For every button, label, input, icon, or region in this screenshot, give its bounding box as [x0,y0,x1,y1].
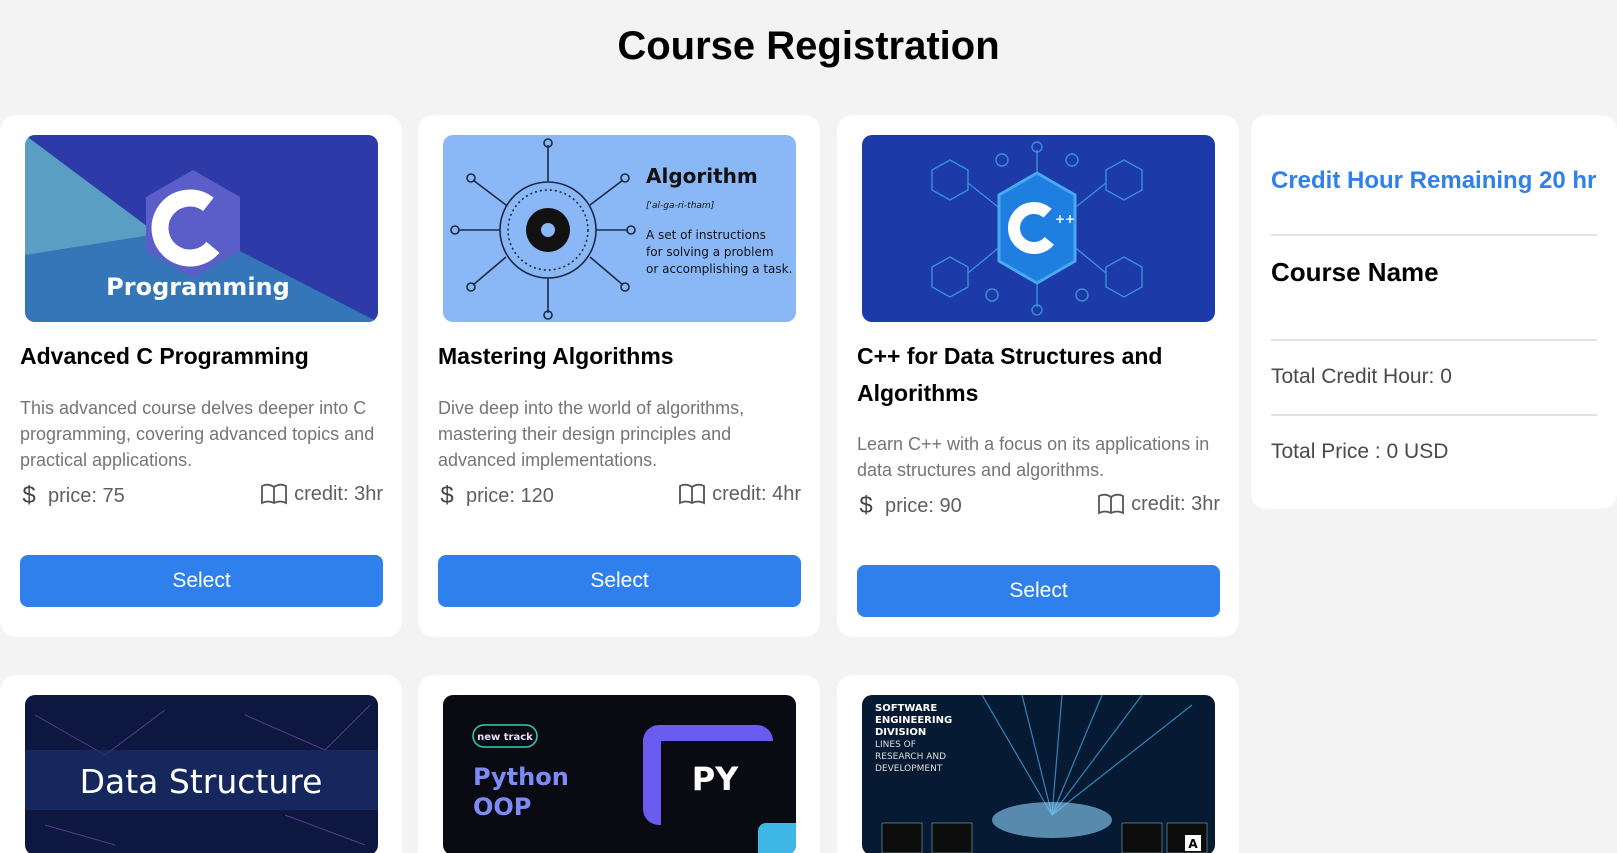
course-card: Data Structure [0,675,402,853]
course-image-caption: Programming [106,273,290,301]
se-image-line-2: ENGINEERING [875,715,952,726]
divider [1271,339,1597,341]
course-meta: $ price: 120 credit: 4hr [438,482,801,512]
algorithm-image-title: Algorithm [646,164,758,188]
se-image-line-6: DEVELOPMENT [875,764,943,774]
cpp-image-plus: ++ [1055,212,1075,226]
course-card: SOFTWARE ENGINEERING DIVISION LINES OF R… [837,675,1239,853]
course-image-data-structure: Data Structure [25,695,378,853]
select-button[interactable]: Select [438,555,801,607]
dollar-icon: $ [859,492,873,519]
credit-hour-remaining: Credit Hour Remaining 20 hr [1271,167,1597,194]
se-image-line-5: RESEARCH AND [875,752,946,762]
course-image-algorithm: Algorithm ['al-ga-ri-tham] A set of inst… [443,135,796,322]
algorithm-image-definition-2: for solving a problem [646,245,774,259]
total-credit-hour: Total Credit Hour: 0 [1271,365,1452,388]
course-card: Programming Advanced C Programming This … [0,115,402,637]
data-structure-image-title: Data Structure [80,762,323,801]
course-name-heading: Course Name [1271,257,1439,287]
course-card: new track Python OOP PY [418,675,820,853]
book-open-icon [1098,493,1124,515]
course-credit: credit: 4hr [712,482,801,505]
course-image-cpp: ++ [862,135,1215,322]
python-image-badge: new track [477,732,533,743]
dollar-icon: $ [440,482,454,509]
registration-summary: Credit Hour Remaining 20 hr Course Name … [1251,115,1617,509]
course-credit: credit: 3hr [1131,492,1220,515]
course-meta: $ price: 75 credit: 3hr [20,482,383,512]
course-price: price: 75 [48,484,125,507]
se-image-badge: A [1188,837,1198,851]
course-image-python-oop: new track Python OOP PY [443,695,796,853]
course-credit: credit: 3hr [294,482,383,505]
python-image-title-2: OOP [473,793,531,821]
course-image-software-engineering: SOFTWARE ENGINEERING DIVISION LINES OF R… [862,695,1215,853]
python-image-code: PY [692,760,739,798]
book-open-icon [679,483,705,505]
course-meta: $ price: 90 credit: 3hr [857,492,1220,522]
dollar-icon: $ [22,482,36,509]
divider [1271,234,1597,236]
course-price: price: 120 [466,484,554,507]
course-price: price: 90 [885,494,962,517]
algorithm-image-pronunciation: ['al-ga-ri-tham] [646,201,715,211]
course-description: This advanced course delves deeper into … [20,398,375,470]
course-description: Learn C++ with a focus on its applicatio… [857,434,1210,480]
course-card: ++ C++ for Data Structures and Algorithm… [837,115,1239,637]
se-image-line-3: DIVISION [875,727,926,738]
algorithm-image-definition-1: A set of instructions [646,228,766,242]
total-price: Total Price : 0 USD [1271,440,1449,463]
se-image-line-4: LINES OF [875,740,916,750]
course-title: C++ for Data Structures and Algorithms [857,343,1163,406]
python-image-title-1: Python [473,763,569,791]
course-card: Algorithm ['al-ga-ri-tham] A set of inst… [418,115,820,637]
course-image-c-programming: Programming [25,135,378,322]
algorithm-image-definition-3: or accomplishing a task. [646,262,792,276]
book-open-icon [261,483,287,505]
page-title: Course Registration [617,24,1000,68]
course-title: Mastering Algorithms [438,343,674,369]
select-button[interactable]: Select [857,565,1220,617]
divider [1271,414,1597,416]
course-title: Advanced C Programming [20,343,309,369]
course-description: Dive deep into the world of algorithms, … [438,398,745,470]
select-button[interactable]: Select [20,555,383,607]
se-image-line-1: SOFTWARE [875,703,937,714]
